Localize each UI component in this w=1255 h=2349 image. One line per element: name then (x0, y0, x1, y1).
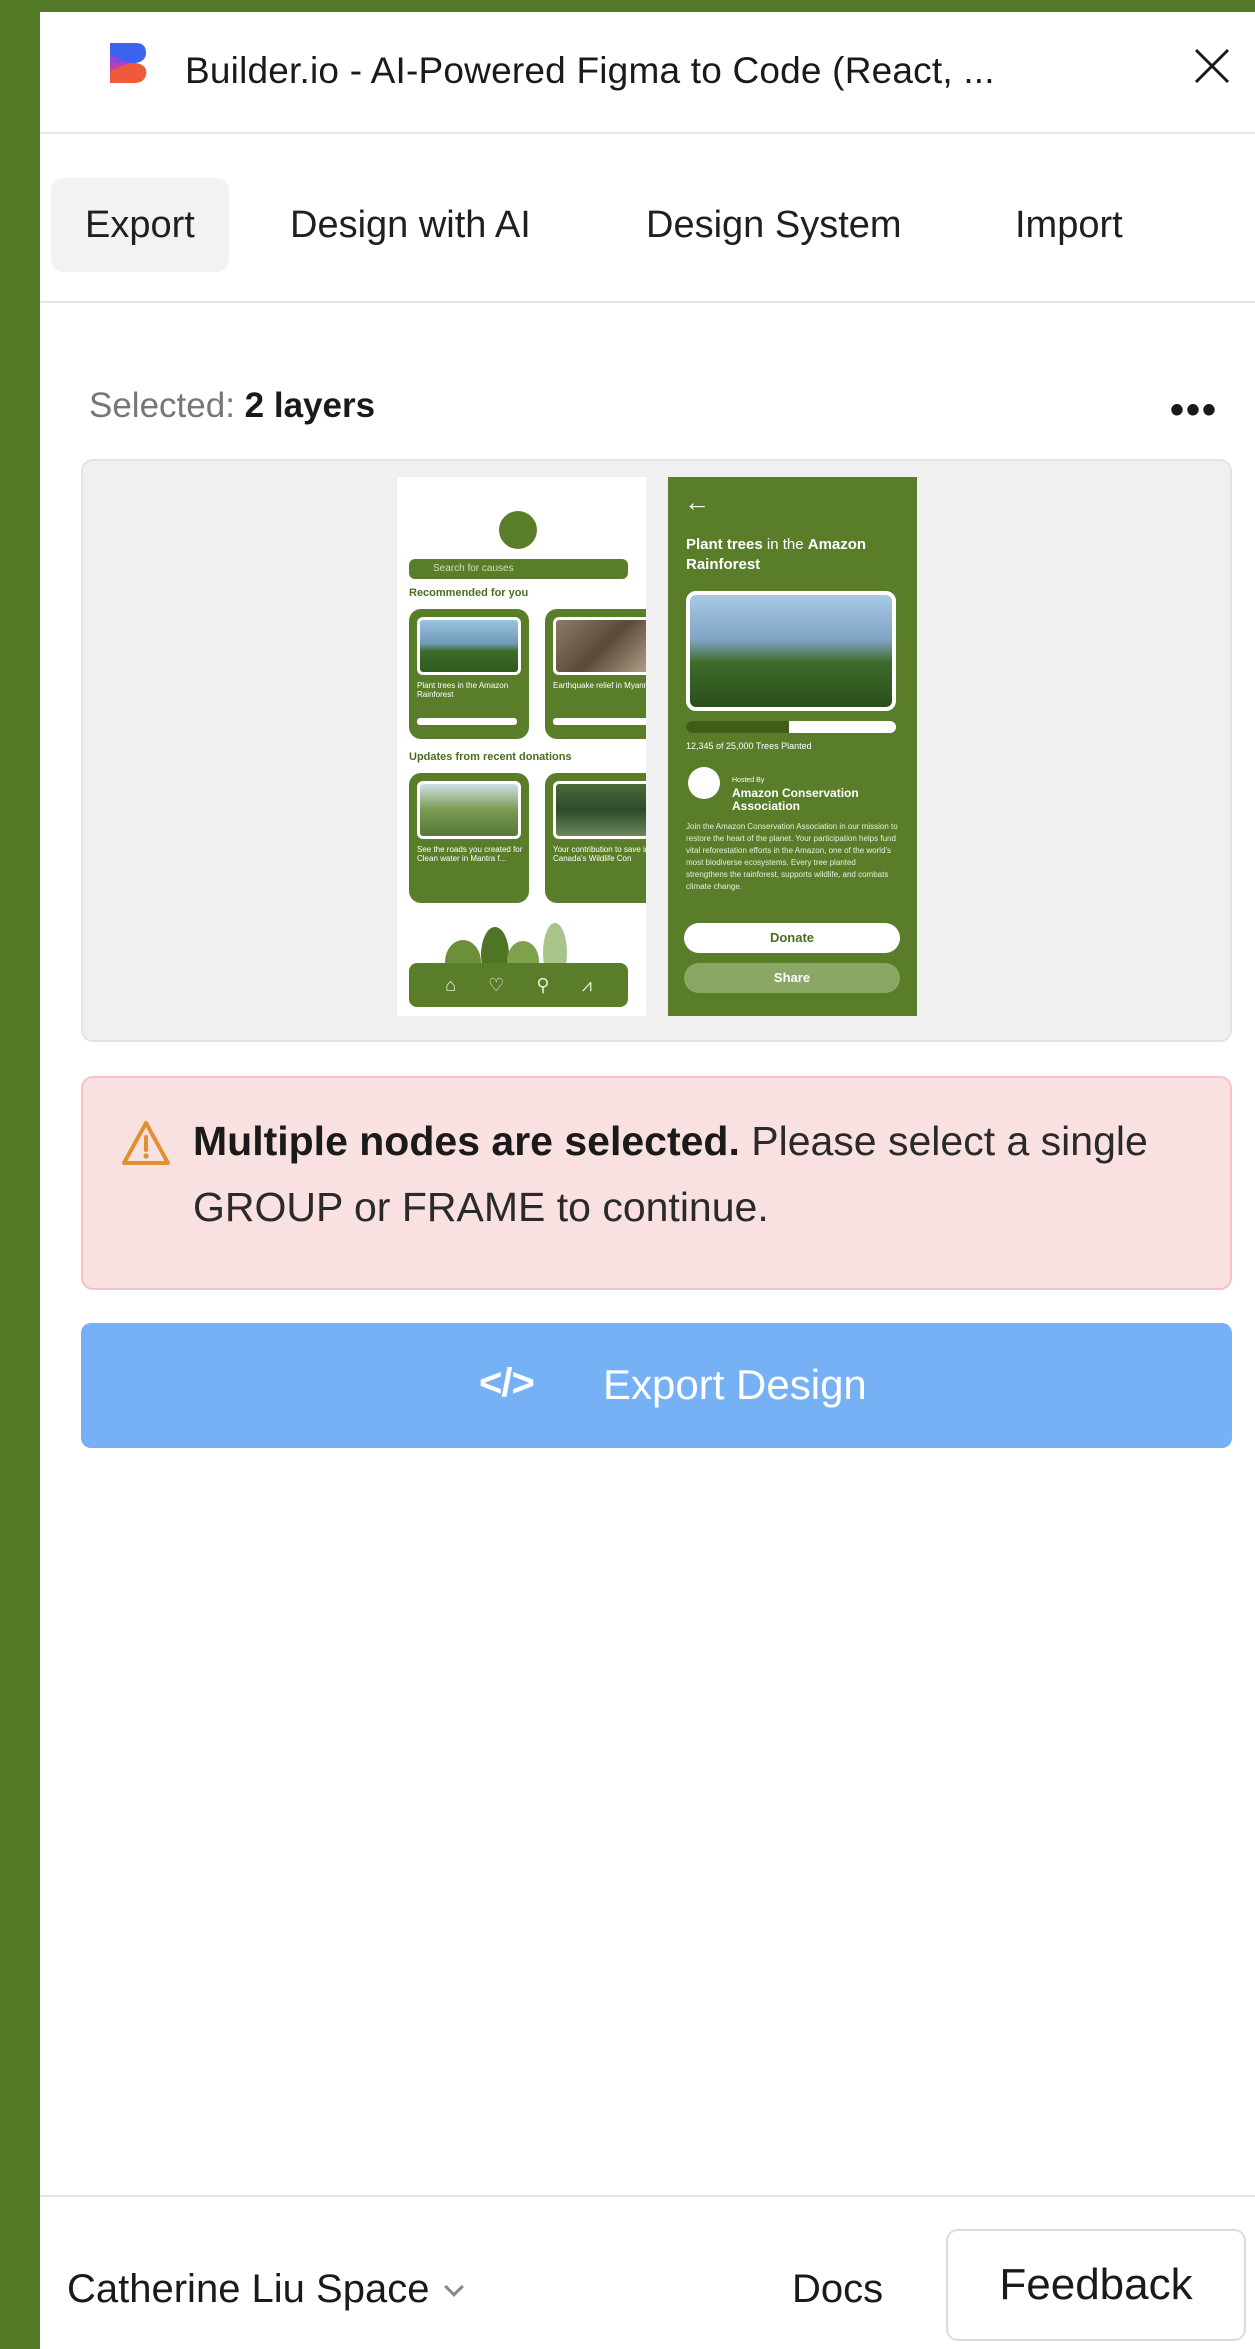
preview-card-text: Plant trees in the Amazon Rainforest (417, 681, 509, 699)
selection-count: 2 layers (244, 386, 376, 425)
preview-heading-updates: Updates from recent donations (409, 751, 572, 763)
preview-search-bar: Search for causes (409, 559, 628, 579)
preview-back-arrow-icon: ← (684, 487, 710, 517)
selection-preview: Search for causes Recommended for you Pl… (81, 459, 1232, 1042)
preview-card: Plant trees in the Amazon Rainforest (409, 609, 529, 739)
close-icon[interactable] (1188, 42, 1236, 90)
builder-logo-icon (110, 43, 147, 83)
code-icon: </> (479, 1361, 535, 1405)
preview-donate-button: Donate (684, 923, 900, 953)
preview-card-text: Earthquake relief in Myanmar (553, 681, 646, 690)
preview-share-button: Share (684, 963, 900, 993)
preview-card-image (417, 781, 521, 839)
preview-heading-recommended: Recommended for you (409, 587, 529, 599)
preview-detail-body: Join the Amazon Conservation Association… (686, 822, 898, 891)
preview-card-image (417, 617, 521, 675)
preview-trees-count: 12,345 of 25,000 Trees Planted (686, 741, 812, 751)
space-name: Catherine Liu Space (67, 2267, 430, 2311)
preview-association: Hosted By Amazon Conservation Associatio… (732, 777, 859, 813)
preview-detail-image (686, 591, 896, 711)
tab-export[interactable]: Export (51, 178, 229, 272)
warning-icon (122, 1121, 170, 1165)
preview-card-text: See the roads you created for Clean wate… (417, 845, 523, 863)
preview-card: Earthquake relief in Myanmar (545, 609, 646, 739)
feedback-button[interactable]: Feedback (946, 2229, 1246, 2341)
title-bar: Builder.io - AI-Powered Figma to Code (R… (40, 12, 1255, 134)
preview-user-icon: ⚲ (536, 974, 550, 995)
preview-card-image (553, 781, 646, 839)
preview-detail-progress-fill (686, 721, 789, 733)
tab-design-with-ai[interactable]: Design with AI (290, 178, 531, 272)
preview-detail-progress (686, 721, 896, 733)
preview-card-progress (553, 718, 646, 725)
window-title: Builder.io - AI-Powered Figma to Code (R… (185, 50, 995, 91)
selection-info: Selected: 2 layers (89, 386, 375, 426)
preview-home-icon: ⌂ (445, 974, 456, 995)
alert-message: Multiple nodes are selected. Please sele… (193, 1118, 1148, 1230)
preview-card-progress (417, 718, 517, 725)
preview-card-image (553, 617, 646, 675)
preview-heart-icon: ♡ (488, 974, 505, 995)
tab-design-system[interactable]: Design System (646, 178, 902, 272)
chevron-down-icon (444, 2277, 465, 2297)
plugin-panel: Builder.io - AI-Powered Figma to Code (R… (40, 12, 1255, 2349)
selection-prefix: Selected: (89, 386, 235, 425)
docs-link[interactable]: Docs (792, 2267, 883, 2312)
tab-import[interactable]: Import (1015, 178, 1123, 272)
more-options-icon[interactable]: ••• (1170, 388, 1218, 433)
multiple-selection-alert: Multiple nodes are selected. Please sele… (81, 1076, 1232, 1290)
export-design-label: Export Design (603, 1361, 867, 1408)
preview-card: See the roads you created for Clean wate… (409, 773, 529, 903)
preview-frame-home: Search for causes Recommended for you Pl… (397, 477, 646, 1016)
space-selector[interactable]: Catherine Liu Space (67, 2267, 465, 2312)
preview-nav-bar: ⌂ ♡ ⚲ ⩘ (409, 963, 628, 1007)
leaf-logo-icon (499, 511, 537, 549)
footer: Catherine Liu Space Docs Feedback (40, 2195, 1255, 2349)
export-design-button[interactable]: </> Export Design (81, 1323, 1232, 1448)
tab-bar: Export Design with AI Design System Impo… (40, 136, 1255, 303)
preview-frame-detail: ← Plant trees in the Amazon Rainforest 1… (668, 477, 917, 1016)
preview-card-text: Your contribution to save in Canada's Wi… (553, 845, 646, 863)
preview-association-badge-icon (688, 767, 720, 799)
preview-card: Your contribution to save in Canada's Wi… (545, 773, 646, 903)
preview-detail-title: Plant trees in the Amazon Rainforest (686, 536, 867, 573)
preview-chart-icon: ⩘ (581, 974, 592, 995)
